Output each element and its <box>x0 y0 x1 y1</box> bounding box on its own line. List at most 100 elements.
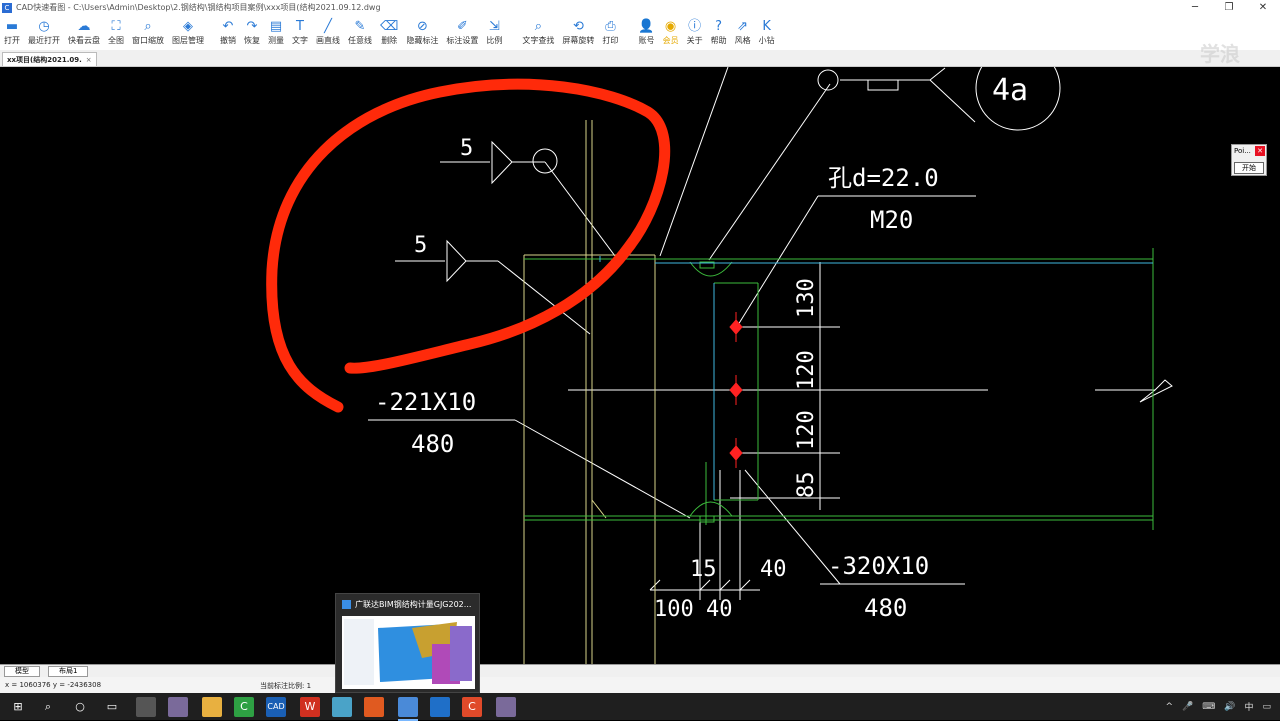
task-view-icon[interactable]: ▭ <box>102 697 122 717</box>
app-2-icon[interactable] <box>168 697 188 717</box>
rotate-icon: ⟲ <box>572 19 584 34</box>
toolbar-label: 账号 <box>638 36 655 45</box>
volume-icon[interactable]: 🔊 <box>1224 702 1235 712</box>
poi-dialog: Poi... ✕ 开始 <box>1231 144 1267 176</box>
cortana-icon[interactable]: ○ <box>70 697 90 717</box>
minimize-button[interactable]: ─ <box>1178 0 1212 15</box>
toolbar-rotate-button[interactable]: ⟲ 屏幕旋转 <box>558 15 598 50</box>
toolbar-vip-button[interactable]: ◉ 会员 <box>659 15 683 50</box>
window-title: CAD快速看图 - C:\Users\Admin\Desktop\2.钢结构\钢… <box>16 3 381 12</box>
start-icon[interactable]: ⊞ <box>8 697 28 717</box>
pen-icon: ✎ <box>354 19 366 34</box>
toolbar-label: 文字查找 <box>522 36 555 45</box>
toolbar-undo-button[interactable]: ↶ 撤销 <box>216 15 240 50</box>
toolbar-clock-button[interactable]: ◷ 最近打开 <box>24 15 64 50</box>
weld-size-2: 5 <box>414 233 427 258</box>
toolbar-label: 帮助 <box>710 36 727 45</box>
toolbar-style-button[interactable]: ⇗ 风格 <box>731 15 755 50</box>
app-10-icon[interactable] <box>496 697 516 717</box>
toolbar-label: 比例 <box>486 36 503 45</box>
app-9-icon[interactable]: C <box>462 697 482 717</box>
taskbar-preview[interactable]: 广联达BIM钢结构计量GJG202... <box>335 593 480 693</box>
ime-indicator[interactable]: 中 <box>1244 700 1253 713</box>
toolbar-layers-button[interactable]: ◈ 图层管理 <box>168 15 208 50</box>
tab-layout1[interactable]: 布局1 <box>48 666 89 677</box>
ruler-icon: ▤ <box>269 19 283 34</box>
document-tab[interactable]: xx项目(结构2021.09. × <box>2 52 97 66</box>
toolbar-k-button[interactable]: K 小钻 <box>755 15 779 50</box>
cad-icon[interactable]: CAD <box>266 697 286 717</box>
microphone-icon[interactable]: 🎤 <box>1182 702 1193 712</box>
style-icon: ⇗ <box>737 19 749 34</box>
toolbar-fullscreen-button[interactable]: ⛶ 全图 <box>104 15 128 50</box>
tray-chevron-icon[interactable]: ^ <box>1165 702 1173 712</box>
weld-size-1: 5 <box>460 136 473 161</box>
toolbar-label: 会员 <box>662 36 679 45</box>
dim-130: 130 <box>794 278 819 318</box>
line-icon: ╱ <box>324 19 332 34</box>
toolbar-window-zoom-button[interactable]: ⌕ 窗口缩放 <box>128 15 168 50</box>
toolbar-label: 全图 <box>108 36 124 45</box>
window-controls: ─ ❐ ✕ <box>1178 0 1280 15</box>
app-5-icon[interactable] <box>332 697 352 717</box>
close-window-button[interactable]: ✕ <box>1246 0 1280 15</box>
dim-15: 15 <box>690 557 717 582</box>
red-annotation-circle <box>266 78 671 413</box>
app-c-icon[interactable]: C <box>234 697 254 717</box>
annotation-scale: 当前标注比例: 1 <box>260 682 312 690</box>
glodon-icon[interactable] <box>398 697 418 721</box>
app-8-icon[interactable] <box>430 697 450 717</box>
toolbar-line-button[interactable]: ╱ 画直线 <box>312 15 344 50</box>
scale-icon: ⇲ <box>488 19 500 34</box>
notification-icon[interactable]: ▭ <box>1262 702 1271 712</box>
wps-icon[interactable]: W <box>300 697 320 717</box>
toolbar-label: 文字 <box>292 36 308 45</box>
toolbar-folder-button[interactable]: ▬ 打开 <box>0 15 24 50</box>
keyboard-icon[interactable]: ⌨ <box>1202 702 1215 712</box>
toolbar-search-button[interactable]: ⌕ 文字查找 <box>518 15 558 50</box>
redo-icon: ↷ <box>246 19 258 34</box>
dim-40-right: 40 <box>760 557 787 582</box>
folder-icon: ▬ <box>5 19 19 34</box>
toolbar-hide-button[interactable]: ⊘ 隐藏标注 <box>402 15 442 50</box>
toolbar-settings-button[interactable]: ✐ 标注设置 <box>442 15 482 50</box>
app-icon: C <box>2 2 12 13</box>
clock-icon: ◷ <box>38 19 50 34</box>
toolbar-printer-button[interactable]: ⎙ 打印 <box>598 15 622 50</box>
cad-canvas[interactable]: 5 5 -221X10 480 孔d=22.0 M20 -320X10 480 … <box>0 67 1280 664</box>
toolbar-redo-button[interactable]: ↷ 恢复 <box>240 15 264 50</box>
toolbar-info-button[interactable]: ⓘ 关于 <box>683 15 707 50</box>
file-explorer-icon[interactable] <box>202 697 222 717</box>
toolbar-ruler-button[interactable]: ▤ 测量 <box>264 15 288 50</box>
dim-85: 85 <box>794 472 819 499</box>
toolbar-label: 隐藏标注 <box>406 36 439 45</box>
settings-icon: ✐ <box>456 19 468 34</box>
maximize-button[interactable]: ❐ <box>1212 0 1246 15</box>
plate-length-1: 480 <box>411 430 454 458</box>
windows-taskbar: ⊞ ⌕ ○ ▭ C CAD W C ^ 🎤 ⌨ 🔊 中 ▭ <box>0 693 1280 721</box>
toolbar-user-button[interactable]: 👤 账号 <box>634 15 658 50</box>
toolbar-text-button[interactable]: T 文字 <box>288 15 312 50</box>
poi-close-icon[interactable]: ✕ <box>1255 146 1265 156</box>
poi-start-button[interactable]: 开始 <box>1234 162 1264 174</box>
window-zoom-icon: ⌕ <box>144 19 152 34</box>
toolbar-label: 标注设置 <box>446 36 479 45</box>
toolbar-cloud-button[interactable]: ☁ 快看云盘 <box>64 15 104 50</box>
app-6-icon[interactable] <box>364 697 384 717</box>
watermark: 学浪 <box>1200 42 1240 66</box>
toolbar-pen-button[interactable]: ✎ 任意线 <box>344 15 376 50</box>
search-icon[interactable]: ⌕ <box>38 697 58 717</box>
k-icon: K <box>762 19 771 34</box>
toolbar-help-button[interactable]: ? 帮助 <box>707 15 731 50</box>
toolbar-label: 快看云盘 <box>68 36 100 45</box>
tab-model[interactable]: 模型 <box>4 666 40 677</box>
document-tab-label: xx项目(结构2021.09. <box>7 56 82 64</box>
hole-spec: 孔d=22.0 <box>828 164 939 192</box>
plate-spec-1: -221X10 <box>375 388 476 416</box>
plate-spec-2: -320X10 <box>828 552 929 580</box>
toolbar-label: 打开 <box>4 36 20 45</box>
toolbar-scale-button[interactable]: ⇲ 比例 <box>482 15 506 50</box>
close-tab-icon[interactable]: × <box>86 56 92 64</box>
app-1-icon[interactable] <box>136 697 156 717</box>
toolbar-eraser-button[interactable]: ⌫ 删除 <box>376 15 402 50</box>
